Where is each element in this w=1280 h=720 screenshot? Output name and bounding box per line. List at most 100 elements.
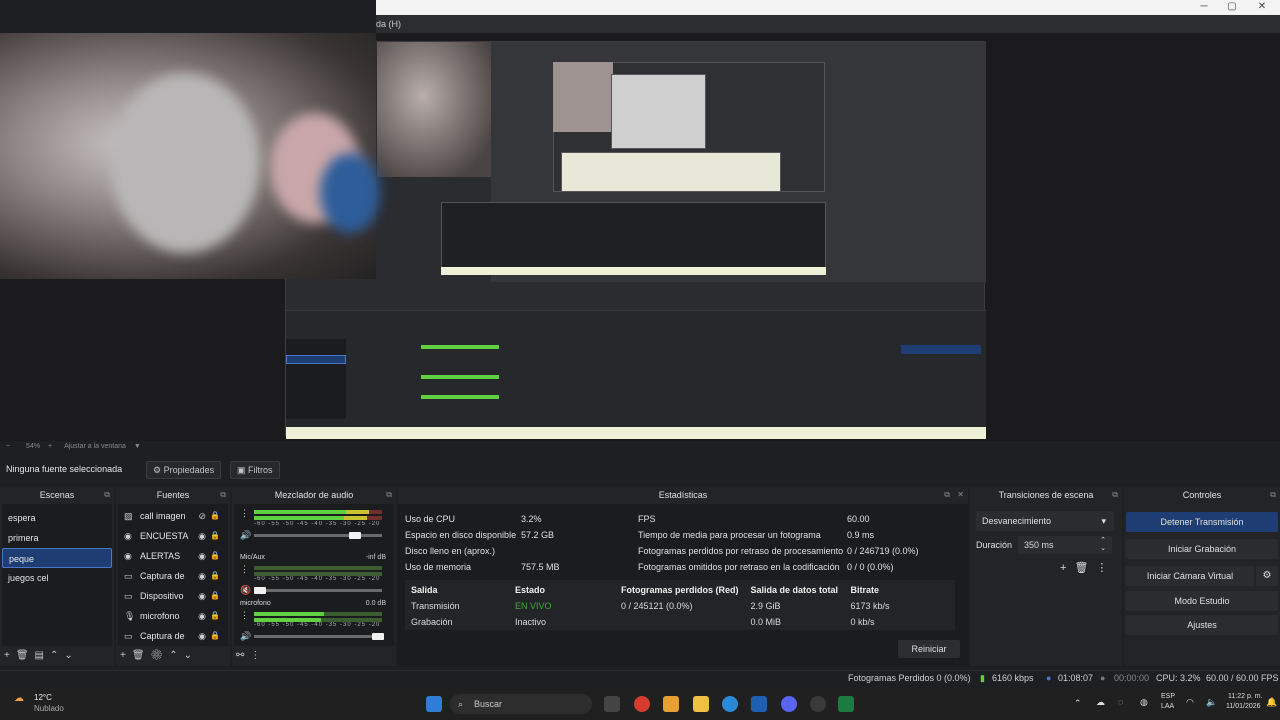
preview-area[interactable] (0, 33, 1280, 441)
eye-icon[interactable]: ◉ (198, 626, 206, 646)
tray-icon[interactable]: ◍ (1140, 697, 1148, 708)
clock-time[interactable]: 11:22 p. m. (1228, 693, 1263, 700)
gear-icon[interactable]: ⚙ (1256, 566, 1278, 586)
copilot-icon[interactable] (663, 696, 679, 712)
input-language[interactable]: ESP (1161, 693, 1175, 700)
transition-select[interactable]: Desvanecimiento ▾ (976, 511, 1114, 531)
clock-date: 11/01/2026 (1226, 703, 1261, 710)
source-item[interactable]: ▨ call imagen ⊘ 🔒 (118, 506, 228, 526)
source-item[interactable]: ◉ ALERTAS ◉ 🔒 (118, 546, 228, 566)
more-icon[interactable]: ⋮ (1096, 562, 1115, 574)
undock-icon[interactable]: ⧉ (104, 487, 110, 503)
add-icon[interactable]: + (1060, 562, 1074, 574)
zoom-in-icon[interactable]: + (48, 443, 52, 450)
chevron-down-icon: ▾ (1101, 516, 1106, 526)
lock-icon[interactable]: 🔒 (210, 546, 220, 566)
scene-item[interactable]: primera (2, 528, 112, 548)
spinner-icon[interactable]: ⌃ ⌄ (1100, 537, 1106, 553)
add-icon[interactable]: + (4, 650, 16, 661)
chevron-up-icon[interactable]: ⌃ (169, 650, 183, 661)
chevron-down-icon[interactable]: ⌄ (184, 650, 198, 661)
gear-icon[interactable]: ⚙ (151, 650, 170, 661)
settings-button[interactable]: Ajustes (1126, 615, 1278, 635)
trash-icon[interactable]: 🗑 (1074, 562, 1096, 574)
edge-icon[interactable] (722, 696, 738, 712)
lock-icon[interactable]: 🔒 (210, 566, 220, 586)
lock-icon[interactable]: 🔒 (210, 586, 220, 606)
eye-icon[interactable]: ◉ (198, 606, 206, 626)
more-icon[interactable]: ⋮ (240, 610, 249, 621)
zoom-out-icon[interactable]: − (6, 443, 10, 450)
scene-item[interactable]: juegos cel (2, 568, 112, 588)
more-icon[interactable]: ⋮ (250, 650, 266, 661)
fit-window[interactable]: Ajustar a la ventana (64, 443, 126, 450)
chevron-up-icon[interactable]: ⌃ (50, 650, 64, 661)
undock-icon[interactable]: ⧉ (220, 487, 226, 503)
undock-icon[interactable]: ⧉ (1112, 487, 1118, 503)
filters-button[interactable]: ▣ Filtros (230, 461, 280, 479)
folder-icon[interactable] (693, 696, 709, 712)
speaker-icon[interactable]: 🔊 (240, 631, 251, 642)
taskbar-search[interactable]: ⌕ Buscar (450, 694, 592, 714)
start-virtual-camera-button[interactable]: Iniciar Cámara Virtual (1126, 566, 1254, 586)
eye-icon[interactable]: ◉ (198, 526, 206, 546)
lock-icon[interactable]: 🔒 (210, 606, 220, 626)
excel-icon[interactable] (838, 696, 854, 712)
speaker-icon[interactable]: 🔊 (240, 530, 251, 541)
scene-item-selected[interactable]: peque (2, 548, 112, 568)
studio-mode-button[interactable]: Modo Estudio (1126, 591, 1278, 611)
close-icon[interactable]: ✕ (957, 487, 964, 503)
discord-icon[interactable] (781, 696, 797, 712)
chrome-icon[interactable] (634, 696, 650, 712)
duration-input[interactable]: 350 ms ⌃ ⌄ (1018, 536, 1112, 554)
add-icon[interactable]: + (120, 650, 132, 661)
source-item[interactable]: 🎙 microfono ◉ 🔒 (118, 606, 228, 626)
windows-start-icon[interactable] (426, 696, 442, 712)
muted-speaker-icon[interactable]: 🔇 (240, 585, 251, 596)
obs-icon[interactable] (810, 696, 826, 712)
undock-icon[interactable]: ⧉ (1270, 487, 1276, 503)
source-item[interactable]: ▭ Captura de ◉ 🔒 (118, 566, 228, 586)
volume-slider[interactable] (254, 587, 382, 594)
source-item[interactable]: ▭ Dispositivo ◉ 🔒 (118, 586, 228, 606)
start-recording-button[interactable]: Iniciar Grabación (1126, 539, 1278, 559)
close-icon[interactable]: ✕ (1250, 0, 1274, 15)
outlook-icon[interactable] (751, 696, 767, 712)
lock-icon[interactable]: 🔒 (210, 626, 220, 646)
trash-icon[interactable]: 🗑 (132, 650, 151, 661)
more-icon[interactable]: ⋮ (240, 564, 249, 575)
undock-icon[interactable]: ⧉ (386, 487, 392, 503)
lock-icon[interactable]: 🔒 (210, 526, 220, 546)
undock-icon[interactable]: ⧉ (944, 487, 950, 503)
filter-icon[interactable]: ▤ (35, 650, 50, 661)
stop-stream-button[interactable]: Detener Transmisión (1126, 512, 1278, 532)
minimize-icon[interactable]: ─ (1192, 0, 1216, 15)
more-icon[interactable]: ⋮ (240, 508, 249, 519)
properties-button[interactable]: ⚙ Propiedades (146, 461, 222, 479)
link-icon[interactable]: ⚯ (236, 650, 250, 661)
lock-icon[interactable]: 🔒 (210, 506, 220, 526)
chevron-down-icon[interactable]: ▼ (134, 443, 141, 450)
visibility-off-icon[interactable]: ⊘ (198, 506, 206, 526)
scene-item[interactable]: espera (2, 508, 112, 528)
wifi-icon[interactable]: ◠ (1186, 697, 1194, 708)
notification-icon[interactable]: 🔔 (1266, 697, 1277, 708)
network-icon[interactable]: ◌ (1118, 697, 1123, 707)
source-item[interactable]: ◉ ENCUESTA ◉ 🔒 (118, 526, 228, 546)
preview-canvas[interactable] (285, 41, 986, 439)
chevron-up-icon[interactable]: ⌃ (1074, 698, 1082, 709)
eye-icon[interactable]: ◉ (198, 566, 206, 586)
trash-icon[interactable]: 🗑 (16, 650, 35, 661)
volume-slider[interactable] (254, 633, 384, 640)
eye-icon[interactable]: ◉ (198, 546, 206, 566)
tray-icon[interactable]: ☁ (1096, 697, 1105, 708)
source-item[interactable]: ▭ Captura de ◉ 🔒 (118, 626, 228, 646)
eye-icon[interactable]: ◉ (198, 586, 206, 606)
sources-toolbar: +🗑⚙⌃⌄ (116, 646, 230, 666)
chevron-down-icon[interactable]: ⌄ (64, 650, 78, 661)
taskview-icon[interactable] (604, 696, 620, 712)
maximize-icon[interactable]: ▢ (1220, 0, 1244, 15)
volume-icon[interactable]: 🔈 (1206, 697, 1217, 708)
volume-slider[interactable] (254, 532, 382, 539)
reset-button[interactable]: Reiniciar (898, 640, 960, 658)
